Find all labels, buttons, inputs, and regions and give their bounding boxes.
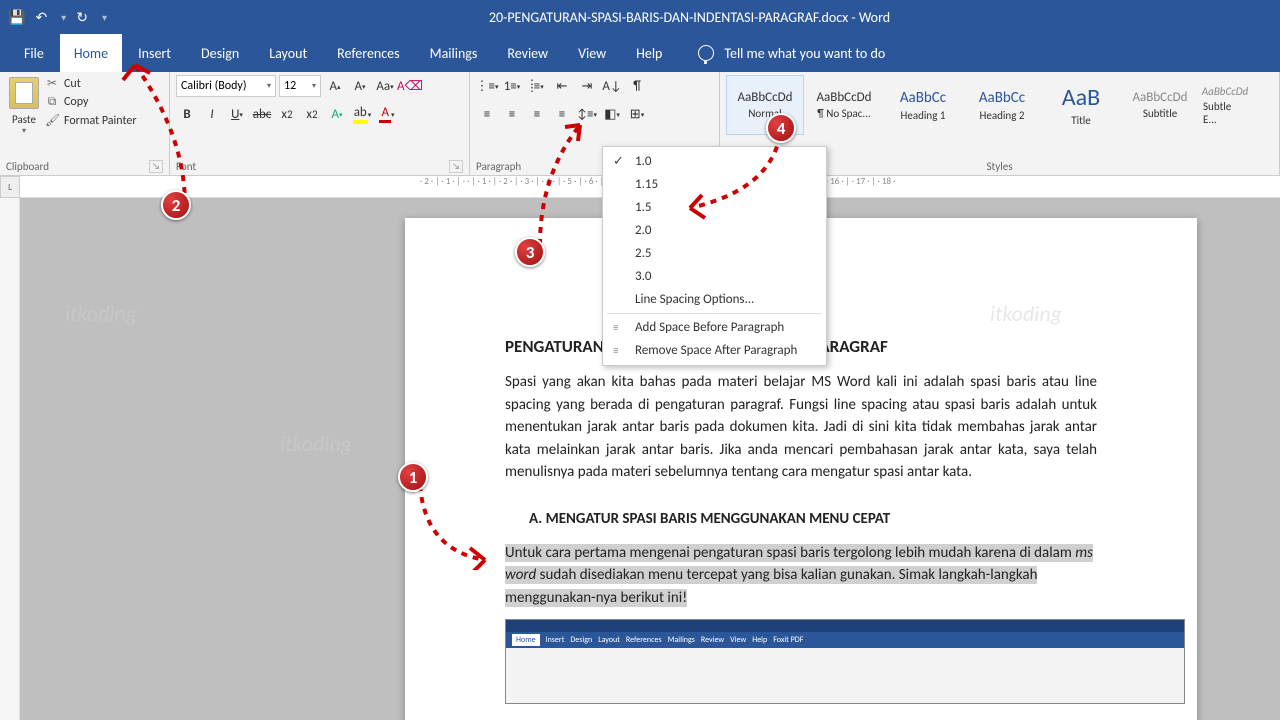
spacing-option-3-0[interactable]: 3.0 bbox=[603, 265, 826, 288]
decrease-indent-icon[interactable]: ⇤ bbox=[551, 75, 573, 97]
tab-layout[interactable]: Layout bbox=[255, 34, 321, 72]
line-spacing-options[interactable]: Line Spacing Options... bbox=[603, 288, 826, 311]
font-dialog-launcher[interactable]: ↘ bbox=[449, 160, 463, 173]
highlight-icon[interactable]: ab▾ bbox=[351, 103, 373, 125]
multilevel-icon[interactable]: ⁞≡▾ bbox=[526, 75, 548, 97]
arrow-3 bbox=[530, 115, 610, 245]
text-effects-icon[interactable]: A▾ bbox=[326, 103, 348, 125]
scissors-icon: ✂ bbox=[45, 76, 59, 91]
style-title[interactable]: AaBTitle bbox=[1042, 75, 1120, 135]
customize-qat-icon[interactable]: ▾ bbox=[102, 11, 107, 24]
dropdown-separator bbox=[607, 313, 822, 314]
lightbulb-icon bbox=[698, 45, 714, 61]
callout-3: 3 bbox=[515, 237, 545, 267]
style-heading-2[interactable]: AaBbCcHeading 2 bbox=[963, 75, 1041, 135]
paste-label: Paste bbox=[12, 113, 36, 126]
tab-mailings[interactable]: Mailings bbox=[416, 34, 492, 72]
clear-formatting-icon[interactable]: A⌫ bbox=[399, 75, 421, 97]
show-marks-icon[interactable]: ¶ bbox=[626, 75, 648, 97]
align-center-icon[interactable]: ≡ bbox=[501, 103, 523, 125]
brush-icon: 🖌 bbox=[45, 113, 59, 128]
arrow-4 bbox=[660, 130, 790, 220]
superscript-button[interactable]: x2 bbox=[301, 103, 323, 125]
arrow-1 bbox=[415, 480, 515, 570]
doc-paragraph-1: Spasi yang akan kita bahas pada materi b… bbox=[505, 371, 1097, 484]
spacing-option-2-0[interactable]: 2.0 bbox=[603, 219, 826, 242]
document-title: 20-PENGATURAN-SPASI-BARIS-DAN-INDENTASI-… bbox=[107, 9, 1272, 26]
group-styles-label: Styles bbox=[986, 160, 1012, 173]
tab-references[interactable]: References bbox=[323, 34, 413, 72]
tell-me-placeholder: Tell me what you want to do bbox=[724, 45, 885, 62]
style-subtle-emphasis[interactable]: AaBbCcDdSubtle E... bbox=[1200, 75, 1250, 135]
copy-icon: ⧉ bbox=[45, 95, 59, 109]
group-font: Calibri (Body)▾ 12▾ A▴ A▾ Aa▾ A⌫ B I U▾ … bbox=[170, 72, 470, 175]
save-icon[interactable]: 💾 bbox=[8, 9, 25, 26]
tell-me-search[interactable]: Tell me what you want to do bbox=[698, 45, 885, 62]
callout-4: 4 bbox=[766, 113, 796, 143]
strikethrough-button[interactable]: abc bbox=[251, 103, 273, 125]
tab-review[interactable]: Review bbox=[493, 34, 562, 72]
chevron-down-icon: ▾ bbox=[312, 81, 316, 91]
group-paragraph-label: Paragraph bbox=[476, 160, 521, 173]
quick-access-toolbar: 💾 ↶ ▾ ↻ ▾ bbox=[8, 9, 107, 26]
style-no-spacing[interactable]: AaBbCcDd¶ No Spac... bbox=[805, 75, 883, 135]
decrease-font-icon[interactable]: A▾ bbox=[349, 75, 371, 97]
ruler-vertical[interactable] bbox=[0, 198, 20, 720]
font-size-select[interactable]: 12▾ bbox=[279, 75, 321, 97]
sort-icon[interactable]: A↓ bbox=[601, 75, 623, 97]
titlebar: 💾 ↶ ▾ ↻ ▾ 20-PENGATURAN-SPASI-BARIS-DAN-… bbox=[0, 0, 1280, 34]
style-heading-1[interactable]: AaBbCcHeading 1 bbox=[884, 75, 962, 135]
ruler-corner: L bbox=[0, 176, 20, 198]
callout-2: 2 bbox=[161, 190, 191, 220]
underline-button[interactable]: U▾ bbox=[226, 103, 248, 125]
borders-icon[interactable]: ⊞▾ bbox=[626, 103, 648, 125]
tab-view[interactable]: View bbox=[564, 34, 620, 72]
group-clipboard-label: Clipboard bbox=[6, 160, 49, 173]
align-left-icon[interactable]: ≡ bbox=[476, 103, 498, 125]
style-subtitle[interactable]: AaBbCcDdSubtitle bbox=[1121, 75, 1199, 135]
change-case-icon[interactable]: Aa▾ bbox=[374, 75, 396, 97]
callout-1: 1 bbox=[398, 462, 428, 492]
increase-indent-icon[interactable]: ⇥ bbox=[576, 75, 598, 97]
add-space-before[interactable]: Add Space Before Paragraph bbox=[603, 316, 826, 339]
tab-help[interactable]: Help bbox=[622, 34, 676, 72]
bullets-icon[interactable]: ⋮≡▾ bbox=[476, 75, 498, 97]
tab-file[interactable]: File bbox=[10, 34, 58, 72]
spacing-option-2-5[interactable]: 2.5 bbox=[603, 242, 826, 265]
embedded-screenshot: HomeInsertDesignLayoutReferencesMailings… bbox=[505, 619, 1185, 704]
undo-icon[interactable]: ↶ bbox=[35, 9, 47, 26]
paste-button[interactable]: Paste ▾ bbox=[6, 75, 42, 138]
subscript-button[interactable]: x2 bbox=[276, 103, 298, 125]
arrow-2 bbox=[115, 55, 205, 215]
chevron-down-icon: ▾ bbox=[267, 81, 271, 91]
qat-sep: ▾ bbox=[61, 11, 66, 24]
increase-font-icon[interactable]: A▴ bbox=[324, 75, 346, 97]
remove-space-after[interactable]: Remove Space After Paragraph bbox=[603, 339, 826, 362]
redo-icon[interactable]: ↻ bbox=[76, 9, 88, 26]
doc-paragraph-selected: Untuk cara pertama mengenai pengaturan s… bbox=[505, 542, 1097, 610]
paste-icon bbox=[9, 77, 39, 109]
tab-home[interactable]: Home bbox=[60, 34, 122, 72]
chevron-down-icon: ▾ bbox=[22, 126, 26, 136]
numbering-icon[interactable]: 1≡▾ bbox=[501, 75, 523, 97]
font-color-icon[interactable]: A▾ bbox=[376, 103, 398, 125]
doc-heading-a: A. MENGATUR SPASI BARIS MENGGUNAKAN MENU… bbox=[529, 510, 1097, 528]
